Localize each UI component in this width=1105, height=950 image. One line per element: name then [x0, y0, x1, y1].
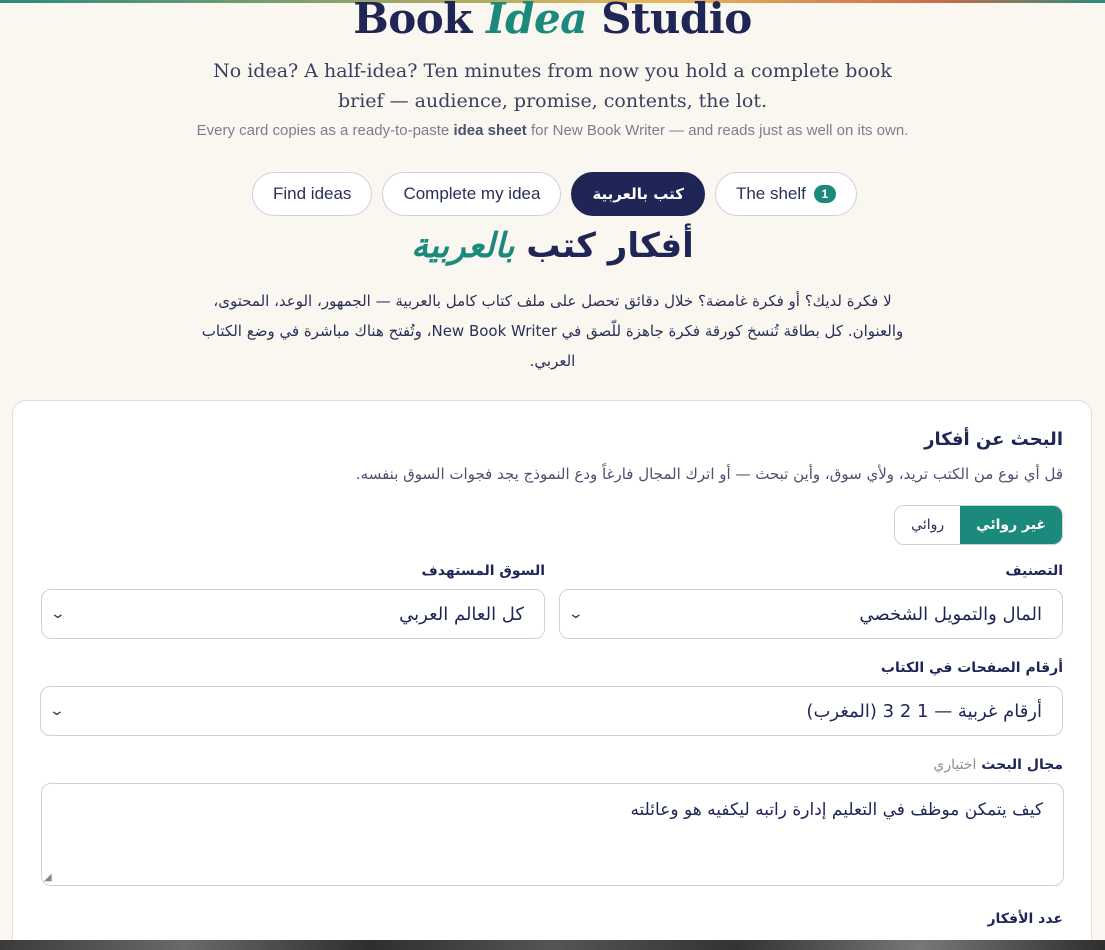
chevron-down-icon: ⌄ [49, 606, 67, 622]
numerals-label: أرقام الصفحات في الكتاب [880, 660, 1063, 676]
arabic-section-title: أفكار كتب بالعربية [411, 226, 694, 266]
tab-the-shelf-label: The shelf [735, 184, 806, 203]
market-label: السوق المستهدف [421, 563, 545, 579]
app-note: Every card copies as a ready-to-paste id… [196, 122, 909, 139]
numerals-select-value: أرقام غربية — 1 2 3 (المغرب) [806, 700, 1042, 722]
optional-hint: اختياري [933, 757, 977, 773]
category-select-value: المال والتمويل الشخصي [859, 603, 1042, 625]
app-title: Book Idea Studio [353, 0, 752, 43]
search-card-heading: البحث عن أفكار [924, 429, 1063, 450]
chevron-down-icon: ⌄ [48, 703, 66, 719]
arabic-section-intro: لا فكرة لديك؟ أو فكرة غامضة؟ خلال دقائق … [201, 292, 904, 370]
app-subtitle: No idea? A half-idea? Ten minutes from n… [213, 60, 892, 112]
category-label: التصنيف [1005, 563, 1063, 579]
shelf-count-badge: 1 [813, 185, 836, 203]
ideas-count-label: عدد الأفكار [987, 911, 1063, 927]
market-select[interactable]: كل العالم العربي ⌄ [41, 589, 545, 639]
tab-complete-my-idea[interactable]: Complete my idea [382, 172, 562, 216]
search-card-description: قل أي نوع من الكتب تريد، ولأي سوق، وأين … [355, 465, 1063, 483]
category-select[interactable]: المال والتمويل الشخصي ⌄ [559, 589, 1063, 639]
search-field-textarea[interactable]: كيف يتمكن موظف في التعليم إدارة راتبه لي… [41, 783, 1064, 886]
tab-the-shelf[interactable]: The shelf 1 [714, 172, 857, 216]
nonfiction-option[interactable]: غير روائي [960, 506, 1062, 544]
bottom-background-strip [0, 940, 1105, 950]
tab-find-ideas[interactable]: Find ideas [252, 172, 373, 216]
resize-handle-icon[interactable]: ◢ [44, 872, 52, 883]
main-tabs: Find ideas Complete my idea كتب بالعربية… [252, 172, 857, 216]
genre-toggle: غير روائي روائي [894, 505, 1063, 545]
chevron-down-icon: ⌄ [567, 606, 585, 622]
fiction-option[interactable]: روائي [895, 506, 961, 544]
tab-arabic-books[interactable]: كتب بالعربية [571, 172, 705, 216]
search-field-label: مجال البحث اختياري [933, 757, 1063, 773]
search-ideas-card: البحث عن أفكار قل أي نوع من الكتب تريد، … [12, 400, 1092, 950]
search-field-value: كيف يتمكن موظف في التعليم إدارة راتبه لي… [630, 800, 1043, 820]
numerals-select[interactable]: أرقام غربية — 1 2 3 (المغرب) ⌄ [40, 686, 1063, 736]
market-select-value: كل العالم العربي [399, 603, 524, 625]
